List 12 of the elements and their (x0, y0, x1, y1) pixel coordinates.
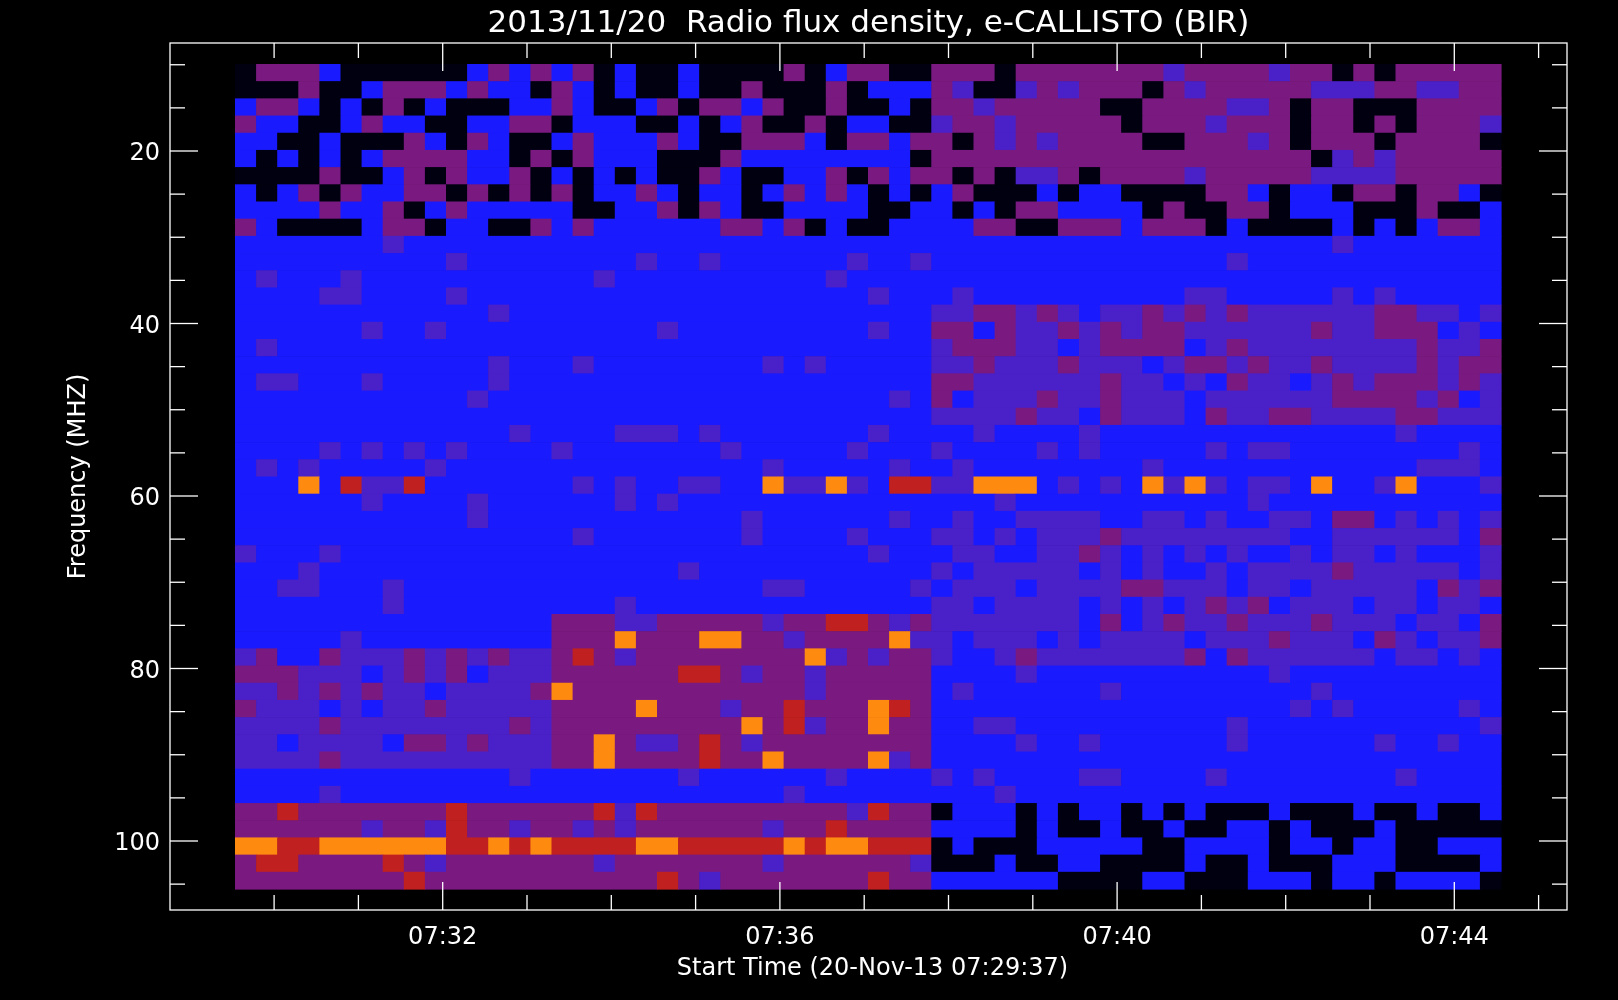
tick-label: 40 (129, 310, 160, 339)
tick-label: 100 (114, 828, 160, 856)
tick-label: 07:40 (1082, 922, 1152, 950)
tick-label: 07:44 (1419, 922, 1489, 950)
tick-label: 80 (129, 655, 160, 684)
axis-label: Frequency (MHZ) (63, 373, 91, 580)
tick-label: 07:36 (745, 922, 815, 950)
tick-label: 07:32 (408, 922, 478, 950)
tick-label: 20 (129, 138, 160, 166)
plot-title: 2013/11/20 Radio flux density, e-CALLISTO (BIR) (487, 3, 1250, 39)
tick-label: 60 (129, 483, 160, 511)
axis-label: Start Time (20-Nov-13 07:29:37) (676, 953, 1069, 981)
